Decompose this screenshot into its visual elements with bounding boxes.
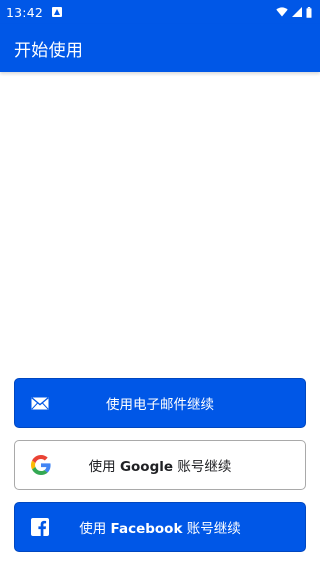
continue-with-facebook-label: 使用 Facebook 账号继续 (15, 517, 305, 537)
facebook-label-prefix: 使用 (79, 521, 111, 537)
google-label-suffix: 账号继续 (173, 459, 232, 475)
app-bar: 开始使用 (0, 24, 320, 72)
facebook-icon (31, 503, 49, 551)
continue-with-email-button[interactable]: 使用电子邮件继续 (14, 378, 306, 428)
continue-with-email-label: 使用电子邮件继续 (106, 397, 214, 413)
wifi-icon (276, 7, 288, 17)
continue-with-google-label: 使用 Google 账号继续 (15, 455, 305, 475)
google-label-prefix: 使用 (88, 459, 120, 475)
google-brand-text: Google (119, 459, 174, 475)
continue-with-facebook-button[interactable]: 使用 Facebook 账号继续 (14, 502, 306, 552)
notification-a-icon (52, 7, 63, 17)
battery-icon (306, 6, 312, 18)
google-icon (31, 441, 51, 489)
mail-icon (31, 379, 49, 427)
continue-with-google-button[interactable]: 使用 Google 账号继续 (14, 440, 306, 490)
facebook-label-suffix: 账号继续 (182, 521, 241, 537)
page-title: 开始使用 (14, 40, 84, 61)
signal-icon (292, 7, 302, 17)
status-time: 13:42 (6, 4, 44, 20)
status-icons (276, 6, 312, 18)
facebook-brand-text: Facebook (110, 521, 183, 537)
status-bar: 13:42 (0, 0, 320, 24)
